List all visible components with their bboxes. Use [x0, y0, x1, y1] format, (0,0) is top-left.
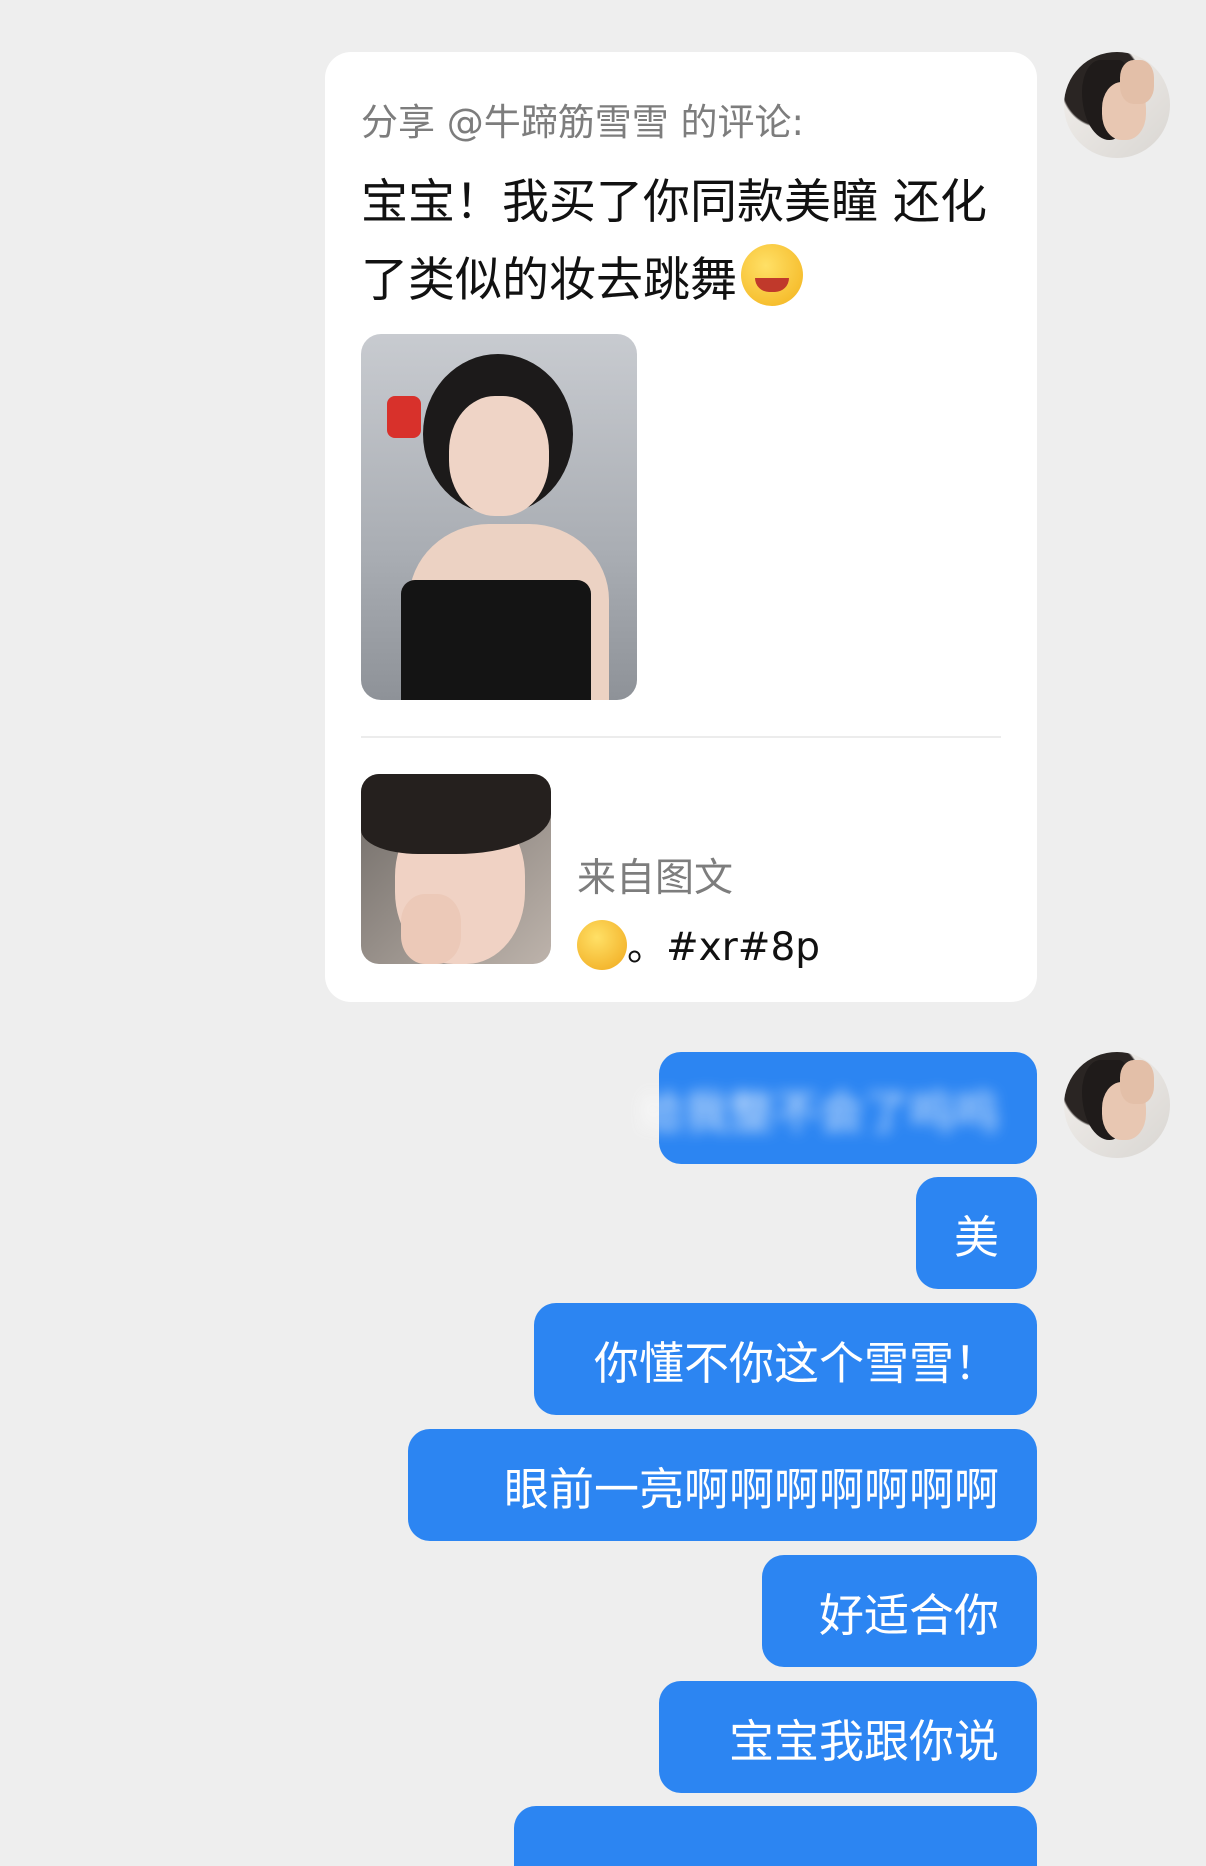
message-text: 好适合你: [818, 1588, 999, 1642]
message-text: 宝宝我跟你说: [728, 1714, 999, 1768]
message-bubble[interactable]: 好适合你: [762, 1555, 1037, 1667]
message-bubble[interactable]: 宝宝我跟你说: [659, 1681, 1037, 1793]
source-description: 。#xr#8p: [577, 916, 820, 972]
message-text: 给我整不会了呜呜: [638, 1085, 999, 1139]
source-label: 来自图文: [577, 856, 734, 901]
message-bubble[interactable]: 给我整不会了呜呜: [639, 1052, 1037, 1164]
message-text: 眼前一亮啊啊啊啊啊啊啊: [503, 1462, 999, 1516]
source-post-thumbnail[interactable]: [361, 774, 551, 964]
wink-face-emoji-icon: [741, 244, 803, 306]
comment-photo[interactable]: [361, 334, 637, 700]
sender-avatar[interactable]: [1064, 52, 1170, 158]
thinking-face-emoji-icon: [577, 920, 627, 970]
message-bubble[interactable]: 你懂不你这个雪雪！: [534, 1303, 1037, 1415]
share-header: 分享 @牛蹄筋雪雪 的评论:: [361, 101, 804, 144]
message-text: 美: [953, 1210, 999, 1264]
message-bubble[interactable]: 眼前一亮啊啊啊啊啊啊啊: [408, 1429, 1037, 1541]
sender-avatar[interactable]: [1064, 1052, 1170, 1158]
card-divider: [361, 736, 1001, 738]
shared-comment-card[interactable]: 分享 @牛蹄筋雪雪 的评论: 宝宝！我买了你同款美瞳 还化了类似的妆去跳舞 来自…: [325, 52, 1037, 1002]
message-text: 你懂不你这个雪雪！: [593, 1336, 999, 1390]
comment-text: 宝宝！我买了你同款美瞳 还化了类似的妆去跳舞: [361, 175, 987, 308]
shared-comment-text: 宝宝！我买了你同款美瞳 还化了类似的妆去跳舞: [361, 164, 1001, 320]
message-bubble[interactable]: 美: [916, 1177, 1037, 1289]
source-desc-text: 。#xr#8p: [627, 925, 821, 970]
message-bubble-partial[interactable]: [514, 1806, 1037, 1866]
